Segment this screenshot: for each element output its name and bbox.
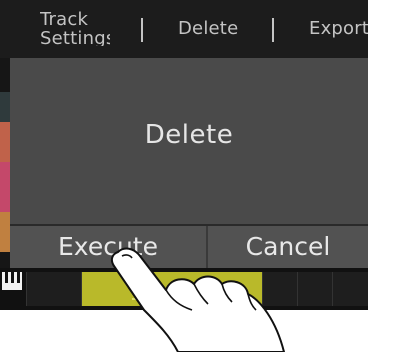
- menu-export[interactable]: Export: [309, 18, 368, 39]
- track-color-strip: [0, 212, 10, 252]
- top-menu-bar: Track Settings Delete Export: [0, 0, 368, 58]
- menu-track-settings[interactable]: Track Settings: [40, 10, 110, 46]
- track-color-strip: [0, 92, 10, 122]
- grid-cell[interactable]: [26, 272, 81, 306]
- dialog-title: Delete: [144, 120, 234, 150]
- menu-track-settings-line1: Track: [40, 10, 89, 30]
- piano-keyboard-icon[interactable]: [2, 272, 22, 290]
- hand-pointer-icon: [110, 247, 285, 352]
- menu-delete[interactable]: Delete: [178, 18, 238, 39]
- menu-separator: [272, 18, 274, 42]
- menu-separator: [141, 18, 143, 42]
- stage: Track Settings Delete Export Delete Exec…: [0, 0, 395, 352]
- menu-track-settings-line2: Settings: [40, 28, 110, 46]
- delete-dialog: Delete Execute Cancel: [10, 58, 368, 268]
- dialog-body: Delete: [10, 58, 368, 222]
- track-color-strip: [0, 162, 10, 212]
- track-color-strip: [0, 122, 10, 162]
